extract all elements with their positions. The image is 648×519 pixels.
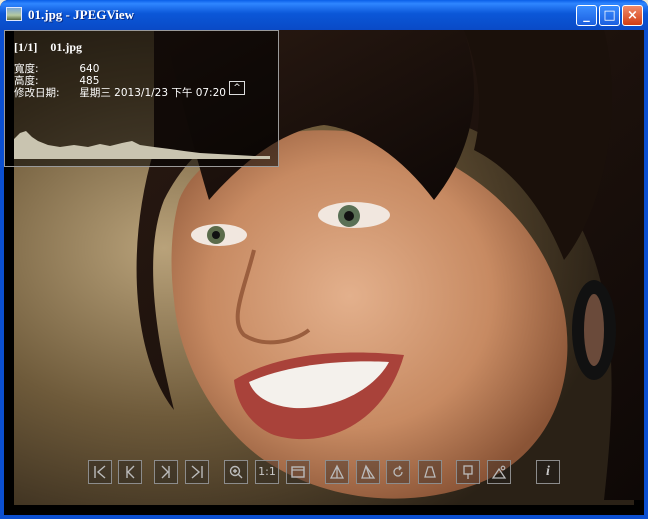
app-icon	[6, 7, 22, 21]
info-row-date: 修改日期: 星期三 2013/1/23 下午 07:20	[14, 85, 226, 100]
rotate-icon	[393, 465, 403, 477]
info-header: [1/1] 01.jpg	[14, 40, 82, 55]
fit-window-button[interactable]	[286, 460, 310, 484]
last-image-icon	[191, 465, 203, 479]
previous-image-icon	[126, 465, 135, 479]
perspective-button[interactable]	[418, 460, 442, 484]
landscape-mode-icon	[491, 465, 507, 479]
app-window: 01.jpg - JPEGView _ □ × [1/1] 01.jpg 寬度:…	[0, 0, 648, 519]
image-info-panel: [1/1] 01.jpg 寬度: 640 高度: 485 修改日期: 星期三 2…	[4, 30, 279, 167]
zoom-icon	[229, 465, 243, 479]
first-image-icon	[94, 465, 106, 479]
previous-image-button[interactable]	[118, 460, 142, 484]
next-image-icon	[161, 465, 170, 479]
landscape-mode-button[interactable]	[487, 460, 511, 484]
histogram	[14, 131, 270, 159]
actual-size-button[interactable]: 1:1	[255, 460, 279, 484]
window-title: 01.jpg - JPEGView	[28, 7, 135, 22]
maximize-button[interactable]: □	[599, 5, 620, 26]
rotate-right-icon	[361, 464, 376, 479]
image-filename: 01.jpg	[50, 40, 82, 54]
image-index: [1/1]	[14, 40, 38, 54]
rotate-left-icon	[329, 464, 345, 479]
rotate-right-button[interactable]	[356, 460, 380, 484]
next-image-button[interactable]	[154, 460, 178, 484]
keep-params-icon	[463, 465, 473, 479]
info-button[interactable]: i	[536, 460, 560, 484]
minimize-button[interactable]: _	[576, 5, 597, 26]
keep-params-button[interactable]	[456, 460, 480, 484]
title-bar[interactable]: 01.jpg - JPEGView _ □ ×	[0, 0, 648, 30]
zoom-button[interactable]	[224, 460, 248, 484]
close-button[interactable]: ×	[622, 5, 643, 26]
rotate-left-button[interactable]	[325, 460, 349, 484]
fit-window-icon	[291, 466, 305, 478]
date-value: 星期三 2013/1/23 下午 07:20	[79, 87, 226, 99]
last-image-button[interactable]	[185, 460, 209, 484]
navigation-toolbar: 1:1 i	[0, 460, 648, 486]
rotate-button[interactable]	[386, 460, 410, 484]
first-image-button[interactable]	[88, 460, 112, 484]
date-label: 修改日期:	[14, 87, 60, 99]
collapse-info-button[interactable]: ^	[229, 81, 245, 95]
perspective-icon	[424, 466, 436, 478]
